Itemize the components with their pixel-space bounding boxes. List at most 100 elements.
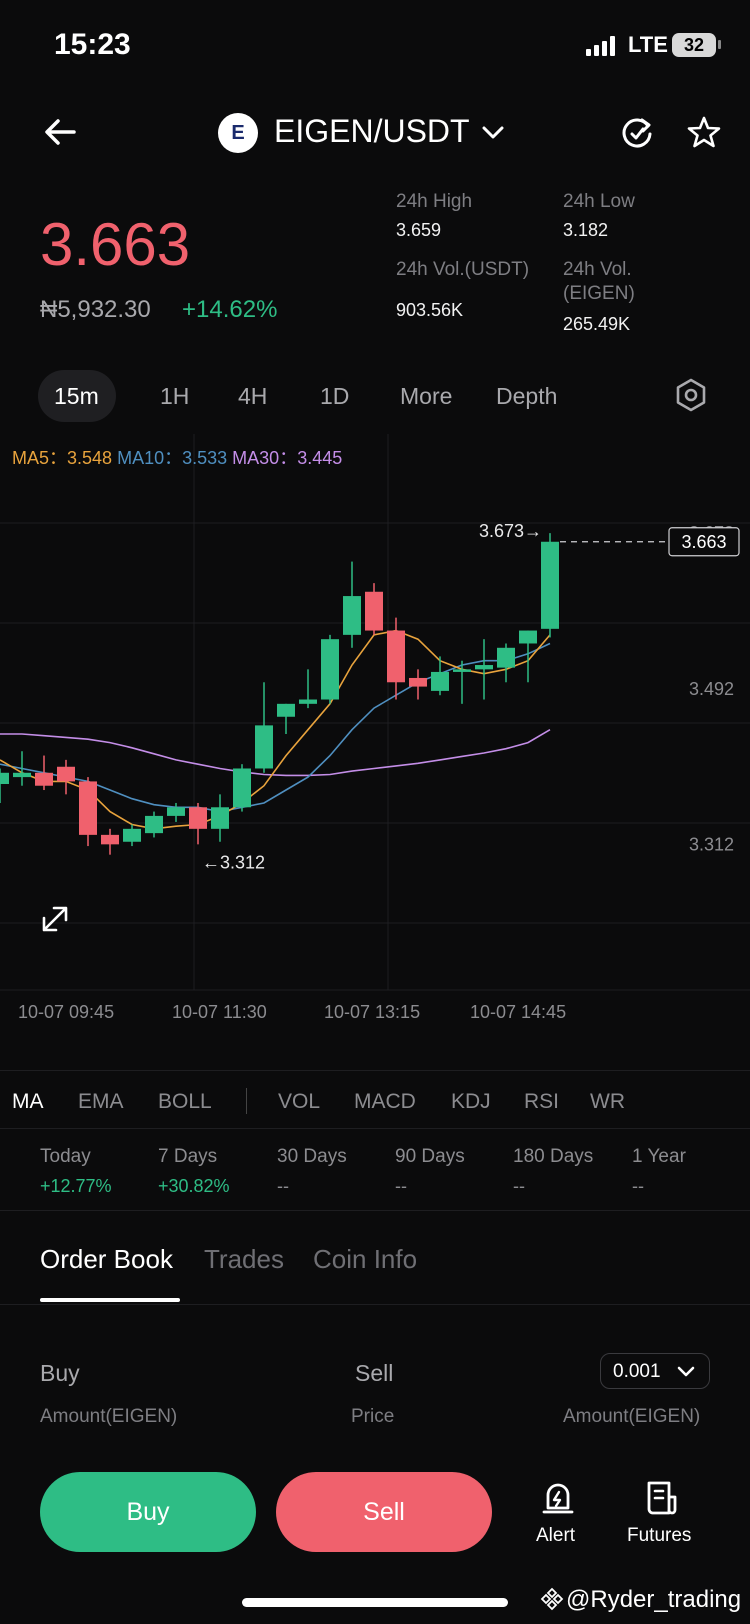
ma30-value: 3.445 <box>297 448 343 468</box>
indicator-wr[interactable]: WR <box>590 1090 625 1114</box>
candle-body <box>255 725 273 769</box>
tab-trades[interactable]: Trades <box>204 1244 284 1275</box>
ma30-label: MA30： <box>232 448 298 468</box>
period-90d-value: -- <box>395 1176 407 1196</box>
back-arrow-icon[interactable] <box>40 112 80 152</box>
active-tab-underline <box>40 1298 180 1302</box>
stat-24h-vol-eigen-label-unit: (EIGEN) <box>563 283 635 304</box>
orderbook-amount-left: Amount(EIGEN) <box>40 1406 178 1427</box>
interval-tab-1h[interactable]: 1H <box>160 383 189 410</box>
precision-dropdown[interactable]: 0.001 <box>600 1353 710 1389</box>
status-time: 15:23 <box>54 28 131 61</box>
last-price: 3.663 <box>40 211 191 278</box>
buy-button[interactable]: Buy <box>40 1472 256 1552</box>
ma10-label: MA10： <box>117 448 183 468</box>
candle-body <box>387 630 405 683</box>
divider <box>0 1128 750 1129</box>
fiat-price: ₦5,932.30 <box>40 296 151 323</box>
period-30d-value: -- <box>277 1176 289 1196</box>
orderbook-price-label: Price <box>351 1406 395 1427</box>
ma5-value: 3.548 <box>67 448 113 468</box>
indicator-macd[interactable]: MACD <box>354 1090 416 1114</box>
pair-selector[interactable]: EIGEN/USDT <box>274 113 470 150</box>
x-axis-label: 10-07 14:45 <box>470 1002 566 1022</box>
price-change-percent: +14.62% <box>182 296 278 323</box>
indicator-separator <box>246 1088 247 1114</box>
refresh-icon[interactable] <box>618 114 656 152</box>
interval-tab-4h[interactable]: 4H <box>238 383 267 410</box>
alert-bell-icon[interactable] <box>541 1480 575 1518</box>
interval-tab-depth[interactable]: Depth <box>496 383 557 410</box>
period-1y-value: -- <box>632 1176 644 1196</box>
period-90d-label: 90 Days <box>395 1146 465 1167</box>
chevron-down-icon <box>677 1366 695 1377</box>
battery-icon: 32 <box>672 33 716 57</box>
x-axis-label: 10-07 09:45 <box>18 1002 114 1022</box>
expand-icon[interactable] <box>42 906 68 932</box>
interval-tab-more[interactable]: More <box>400 383 452 410</box>
candle-body <box>299 699 317 704</box>
chart-settings-icon[interactable] <box>674 378 708 412</box>
period-180d-label: 180 Days <box>513 1146 594 1167</box>
candle-body <box>343 596 361 635</box>
last-price-tag: 3.663 <box>681 532 726 552</box>
stat-24h-vol-eigen: 265.49K <box>563 314 631 334</box>
candle-body <box>453 669 471 672</box>
period-7d-label: 7 Days <box>158 1146 218 1167</box>
candle-body <box>541 541 559 629</box>
indicator-kdj[interactable]: KDJ <box>451 1090 491 1114</box>
divider <box>0 1070 750 1071</box>
stat-24h-vol-usdt-label: 24h Vol.(USDT) <box>396 259 530 280</box>
candle-body <box>321 639 339 700</box>
interval-tab-15m[interactable]: 15m <box>54 383 99 410</box>
candle-body <box>365 591 383 631</box>
stat-24h-low-label: 24h Low <box>563 191 635 212</box>
period-1y-label: 1 Year <box>632 1146 686 1167</box>
candle-body <box>497 647 515 668</box>
candle-body <box>189 807 207 829</box>
candle-body <box>13 772 31 778</box>
stat-24h-vol-eigen-label: 24h Vol. <box>563 259 632 280</box>
indicator-rsi[interactable]: RSI <box>524 1090 559 1114</box>
indicator-ma[interactable]: MA <box>12 1090 44 1114</box>
favorite-star-icon[interactable] <box>686 114 722 150</box>
candle-body <box>167 807 185 816</box>
candle-body <box>409 677 427 687</box>
x-axis-label: 10-07 13:15 <box>324 1002 420 1022</box>
battery-tip <box>718 40 721 49</box>
indicator-boll[interactable]: BOLL <box>158 1090 212 1114</box>
futures-document-icon[interactable] <box>645 1480 679 1518</box>
candle-body <box>57 766 75 782</box>
indicator-ema[interactable]: EMA <box>78 1090 124 1114</box>
indicator-vol[interactable]: VOL <box>278 1090 320 1114</box>
candle-body <box>431 671 449 691</box>
ma30-line <box>0 729 551 777</box>
ma-legend: MA5：3.548 MA10：3.533 MA30：3.445 <box>12 444 342 470</box>
stat-24h-low: 3.182 <box>563 220 609 240</box>
coin-logo: E <box>218 113 258 153</box>
stat-24h-high-label: 24h High <box>396 191 473 212</box>
futures-label[interactable]: Futures <box>627 1525 691 1547</box>
orderbook-buy-header: Buy <box>40 1360 80 1386</box>
diamond-logo-icon <box>540 1587 564 1611</box>
tab-coin-info[interactable]: Coin Info <box>313 1244 417 1275</box>
divider <box>0 1304 750 1305</box>
x-axis-label: 10-07 11:30 <box>172 1002 267 1022</box>
signal-icon <box>586 36 620 56</box>
tab-order-book[interactable]: Order Book <box>40 1244 173 1275</box>
chevron-down-icon[interactable] <box>480 121 506 143</box>
alert-label[interactable]: Alert <box>536 1525 575 1547</box>
y-axis-label: 3.492 <box>689 679 734 699</box>
candle-body <box>233 768 251 808</box>
period-30d-label: 30 Days <box>277 1146 347 1167</box>
candle-body <box>145 815 163 834</box>
sell-button[interactable]: Sell <box>276 1472 492 1552</box>
candle-body <box>35 772 53 786</box>
period-7d-value: +30.82% <box>158 1176 230 1196</box>
orderbook-sell-header: Sell <box>355 1360 394 1386</box>
home-indicator[interactable] <box>242 1598 508 1607</box>
interval-tab-1d[interactable]: 1D <box>320 383 349 410</box>
period-180d-value: -- <box>513 1176 525 1196</box>
candlestick-chart[interactable]: 3.6733.4923.3123.6633.673→←3.31210-07 09… <box>0 424 750 1024</box>
candle-body <box>211 807 229 829</box>
